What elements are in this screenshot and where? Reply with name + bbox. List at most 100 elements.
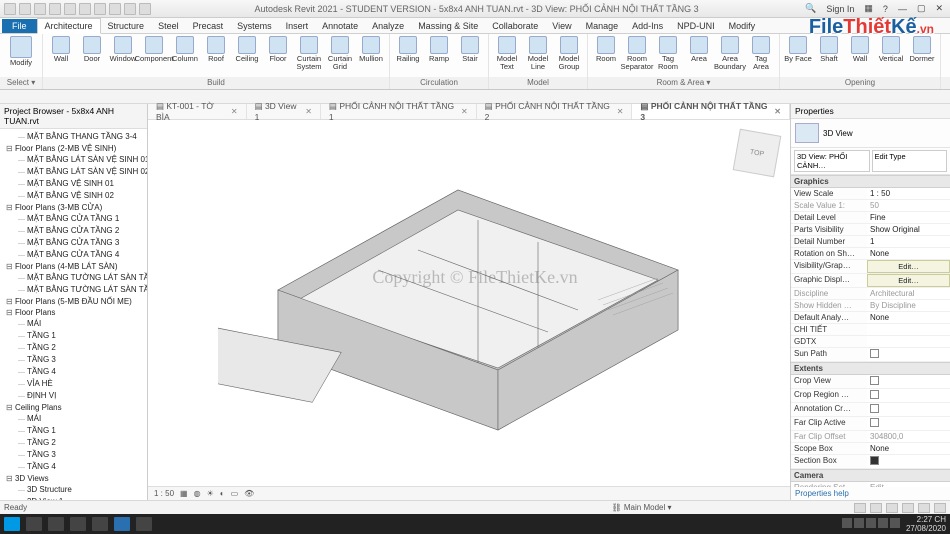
status-icon[interactable]	[934, 503, 946, 513]
ribbon-tab-manage[interactable]: Manage	[579, 19, 626, 33]
tree-item[interactable]: MẶT BẰNG VỆ SINH 01	[6, 178, 147, 190]
taskbar-clock[interactable]: 2:27 CH27/08/2020	[906, 515, 946, 533]
tree-item[interactable]: TẦNG 3	[6, 354, 147, 366]
property-row[interactable]: Scale Value 1:50	[791, 200, 950, 212]
property-value[interactable]: Edit…	[867, 260, 950, 273]
property-section[interactable]: Graphics	[791, 175, 950, 188]
settings-icon[interactable]	[136, 517, 152, 531]
view-tab[interactable]: ▤ PHỐI CẢNH NỘI THẤT TẦNG 3✕	[632, 104, 790, 119]
property-value[interactable]: 1 : 50	[867, 188, 950, 199]
tree-item[interactable]: MẶT BẰNG VỆ SINH 02	[6, 190, 147, 202]
tree-item[interactable]: TẦNG 3	[6, 449, 147, 461]
ribbon-tab-architecture[interactable]: Architecture	[37, 18, 101, 34]
tool-floor[interactable]: Floor	[264, 36, 292, 63]
viewcube[interactable]: TOP	[733, 129, 782, 178]
scale-control[interactable]: 1 : 50	[154, 489, 174, 498]
tree-item[interactable]: TẦNG 2	[6, 342, 147, 354]
tree-item[interactable]: TẦNG 1	[6, 330, 147, 342]
property-value[interactable]	[867, 336, 950, 347]
property-row[interactable]: Far Clip Active	[791, 417, 950, 431]
tool-tag-area[interactable]: Tag Area	[747, 36, 775, 70]
properties-grid[interactable]: GraphicsView Scale1 : 50Scale Value 1:50…	[791, 175, 950, 487]
status-icon[interactable]	[870, 503, 882, 513]
property-value[interactable]: None	[867, 443, 950, 454]
property-row[interactable]: Default Analy…None	[791, 312, 950, 324]
close-tab-icon[interactable]: ✕	[461, 107, 468, 116]
tool-curtain-system[interactable]: Curtain System	[295, 36, 323, 70]
close-tab-icon[interactable]: ✕	[231, 107, 238, 116]
properties-help-link[interactable]: Properties help	[791, 487, 950, 500]
tool-railing[interactable]: Railing	[394, 36, 422, 63]
tree-item[interactable]: VỈA HÈ	[6, 378, 147, 390]
visual-style-icon[interactable]: ◍	[194, 489, 201, 498]
properties-type[interactable]: 3D View	[791, 119, 950, 148]
status-icon[interactable]	[886, 503, 898, 513]
status-icon[interactable]	[918, 503, 930, 513]
ribbon-tab-steel[interactable]: Steel	[151, 19, 186, 33]
tree-item[interactable]: MẶT BẰNG LÁT SÀN VỆ SINH 01	[6, 154, 147, 166]
qat-icon[interactable]	[139, 3, 151, 15]
ribbon-tab-modify[interactable]: Modify	[722, 19, 763, 33]
qat-icon[interactable]	[34, 3, 46, 15]
tree-item[interactable]: TẦNG 4	[6, 366, 147, 378]
task-search-icon[interactable]	[26, 517, 42, 531]
ribbon-tab-insert[interactable]: Insert	[279, 19, 316, 33]
app-switch-icon[interactable]: ▦	[861, 3, 876, 14]
status-icon[interactable]	[902, 503, 914, 513]
tree-item[interactable]: Floor Plans	[6, 307, 147, 318]
ribbon-tab-structure[interactable]: Structure	[101, 19, 152, 33]
ribbon-tab-npd-uni[interactable]: NPD-UNI	[670, 19, 722, 33]
tree-item[interactable]: 3D Views	[6, 473, 147, 484]
property-value[interactable]	[867, 403, 950, 416]
property-value[interactable]	[867, 417, 950, 430]
tree-item[interactable]: MẶT BẰNG CỬA TẦNG 1	[6, 213, 147, 225]
property-value[interactable]: Architectural	[867, 288, 950, 299]
qat-icon[interactable]	[4, 3, 16, 15]
tool-room-separator[interactable]: Room Separator	[623, 36, 651, 70]
property-value[interactable]: Fine	[867, 212, 950, 223]
ribbon-tab-precast[interactable]: Precast	[186, 19, 231, 33]
tool-modify[interactable]: Modify	[4, 36, 38, 67]
tool-by-face[interactable]: By Face	[784, 36, 812, 63]
property-value[interactable]	[867, 348, 950, 361]
property-row[interactable]: Crop Region …	[791, 389, 950, 403]
tree-item[interactable]: Floor Plans (4-MB LÁT SÀN)	[6, 261, 147, 272]
explorer-icon[interactable]	[70, 517, 86, 531]
qat-icon[interactable]	[49, 3, 61, 15]
crop-icon[interactable]: ▭	[231, 489, 239, 498]
tool-area-boundary[interactable]: Area Boundary	[716, 36, 744, 70]
tree-item[interactable]: MẶT BẰNG CỬA TẦNG 4	[6, 249, 147, 261]
qat-icon[interactable]	[79, 3, 91, 15]
tool-room[interactable]: Room	[592, 36, 620, 63]
ribbon-tab-annotate[interactable]: Annotate	[315, 19, 365, 33]
property-row[interactable]: Rotation on Sh…None	[791, 248, 950, 260]
property-value[interactable]: By Discipline	[867, 300, 950, 311]
tree-item[interactable]: MẶT BẰNG CỬA TẦNG 3	[6, 237, 147, 249]
qat-icon[interactable]	[64, 3, 76, 15]
tool-dormer[interactable]: Dormer	[908, 36, 936, 63]
property-row[interactable]: Parts VisibilityShow Original	[791, 224, 950, 236]
view-control-bar[interactable]: 1 : 50 ▦ ◍ ☀ ◐ ▭ 👁	[148, 486, 790, 500]
ribbon-tab-add-ins[interactable]: Add-Ins	[625, 19, 670, 33]
tree-item[interactable]: 3D Structure	[6, 484, 147, 496]
qat-icon[interactable]	[94, 3, 106, 15]
tool-roof[interactable]: Roof	[202, 36, 230, 63]
tree-item[interactable]: MẶT BẰNG TƯỜNG LÁT SÀN TẦNG 1	[6, 272, 147, 284]
property-row[interactable]: CHI TIẾT	[791, 324, 950, 336]
tool-tag-room[interactable]: Tag Room	[654, 36, 682, 70]
property-row[interactable]: GDTX	[791, 336, 950, 348]
project-browser-tree[interactable]: MẶT BẰNG THANG TẦNG 3-4Floor Plans (2-MB…	[0, 129, 147, 500]
view-detail-icon[interactable]: ▦	[180, 489, 188, 498]
tool-column[interactable]: Column	[171, 36, 199, 63]
tool-area[interactable]: Area	[685, 36, 713, 63]
task-view-icon[interactable]	[48, 517, 64, 531]
property-value[interactable]: Edit…	[867, 274, 950, 287]
close-tab-icon[interactable]: ✕	[774, 107, 781, 116]
tree-item[interactable]: TẦNG 2	[6, 437, 147, 449]
tool-wall[interactable]: Wall	[846, 36, 874, 63]
tree-item[interactable]: Floor Plans (2-MB VỆ SINH)	[6, 143, 147, 154]
ribbon-tab-analyze[interactable]: Analyze	[365, 19, 411, 33]
tool-model-line[interactable]: Model Line	[524, 36, 552, 70]
property-value[interactable]: 1	[867, 236, 950, 247]
tool-ramp[interactable]: Ramp	[425, 36, 453, 63]
